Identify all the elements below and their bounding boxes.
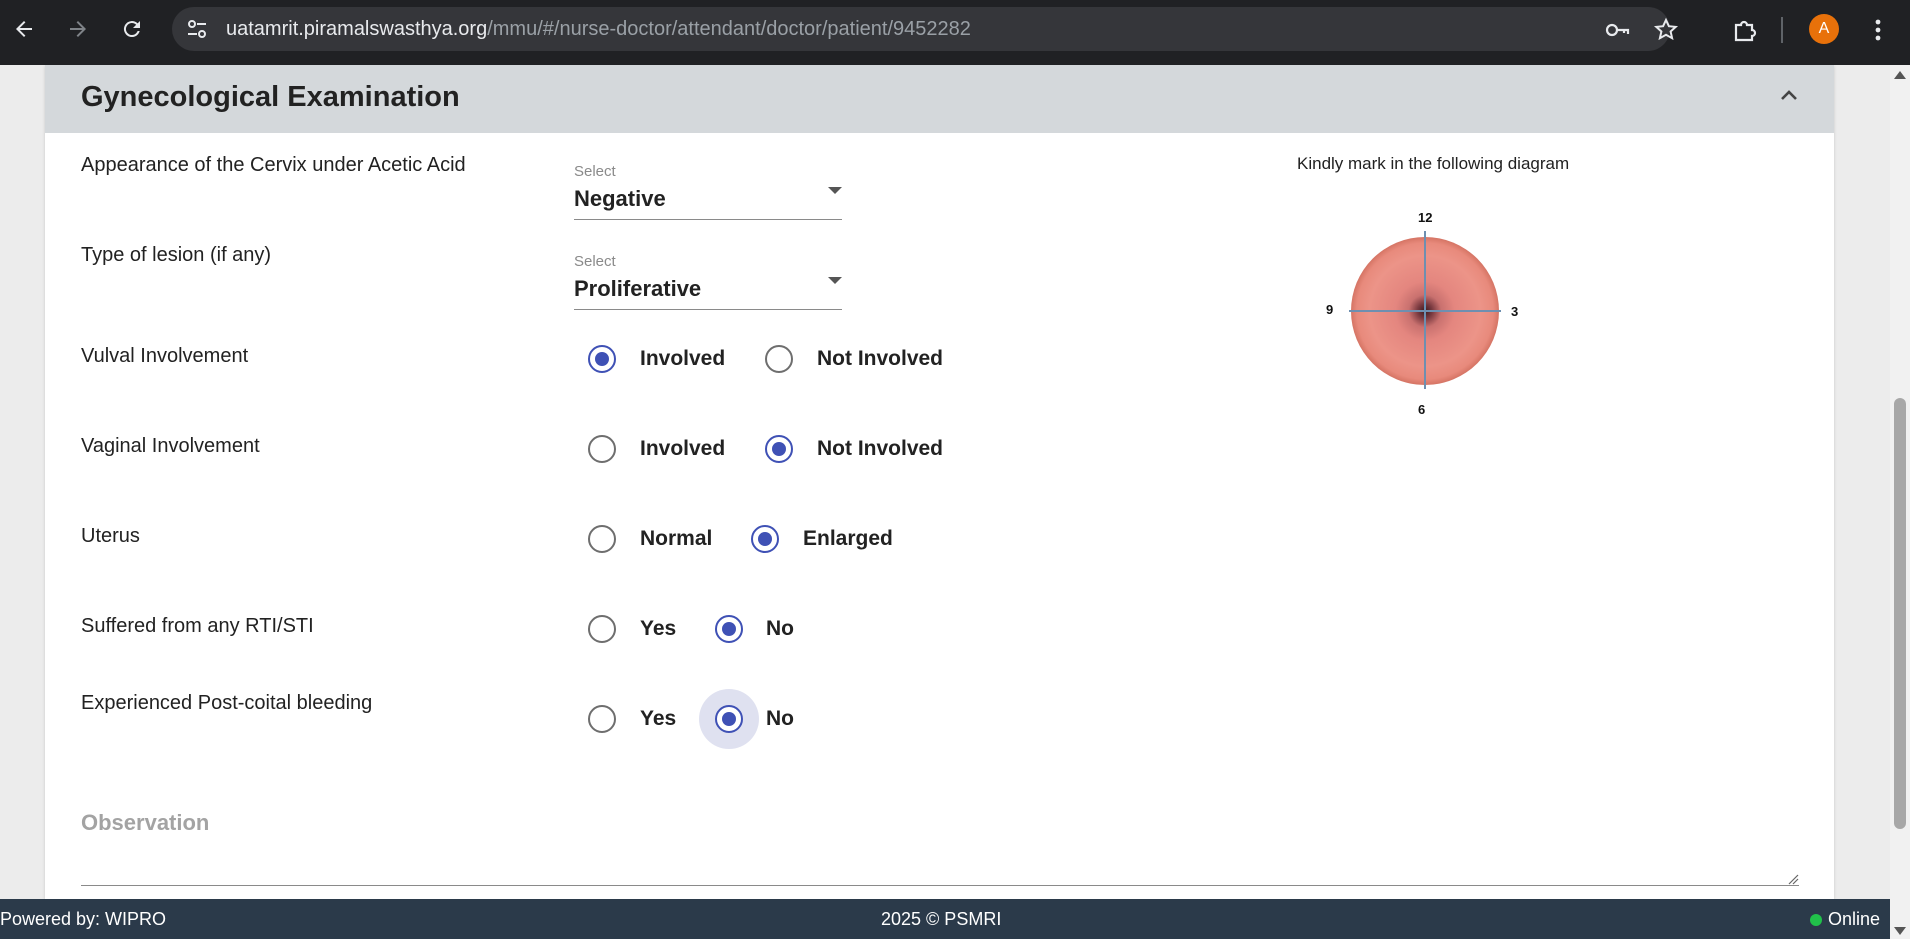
dropdown-arrow-icon [828, 187, 842, 194]
page-footer: Powered by: WIPRO 2025 © PSMRI Online [0, 899, 1890, 939]
select-caption: Select [574, 253, 616, 270]
clock-label-12: 12 [1418, 210, 1433, 225]
url-host: uatamrit.piramalswasthya.org [226, 18, 488, 40]
vaginal-involvement-label: Vaginal Involvement [81, 435, 260, 457]
footer-powered-by: Powered by: WIPRO [0, 909, 167, 929]
uterus-enlarged-label[interactable]: Enlarged [803, 527, 893, 551]
pcb-yes-label[interactable]: Yes [640, 707, 676, 731]
vaginal-not-involved-radio[interactable] [765, 435, 793, 463]
vaginal-involved-radio[interactable] [588, 435, 616, 463]
footer-copyright: 2025 © PSMRI [881, 909, 1002, 929]
scrollbar-thumb[interactable] [1894, 398, 1906, 829]
vulval-involved-radio[interactable] [588, 345, 616, 373]
uterus-label: Uterus [81, 525, 140, 547]
rti-no-label[interactable]: No [766, 617, 794, 641]
vaginal-not-involved-label[interactable]: Not Involved [817, 437, 943, 461]
dropdown-arrow-icon [828, 277, 842, 284]
select-value: Proliferative [574, 276, 702, 301]
rti-no-radio[interactable] [715, 615, 743, 643]
footer-status: Online [1809, 909, 1880, 930]
clock-label-6: 6 [1418, 402, 1426, 417]
diagram-caption: Kindly mark in the following diagram [1297, 154, 1570, 173]
url-text[interactable]: uatamrit.piramalswasthya.org/mmu/#/nurse… [226, 18, 971, 41]
uterus-enlarged-radio[interactable] [751, 525, 779, 553]
cervix-diagram[interactable]: 12 3 6 9 [1325, 205, 1525, 417]
toolbar-divider [1781, 17, 1783, 43]
pcb-yes-radio[interactable] [588, 705, 616, 733]
scroll-up-arrow-icon[interactable] [1894, 71, 1906, 79]
scroll-down-arrow-icon[interactable] [1894, 927, 1906, 935]
lesion-type-label: Type of lesion (if any) [81, 244, 272, 266]
rti-sti-label: Suffered from any RTI/STI [81, 615, 314, 637]
observation-label: Observation [81, 810, 210, 835]
uterus-normal-radio[interactable] [588, 525, 616, 553]
uterus-normal-label[interactable]: Normal [640, 527, 712, 551]
online-status-icon [1809, 913, 1822, 926]
section-title: Gynecological Examination [81, 81, 460, 113]
address-bar[interactable]: uatamrit.piramalswasthya.org/mmu/#/nurse… [172, 7, 1679, 51]
reload-icon[interactable] [117, 14, 147, 44]
vulval-not-involved-radio[interactable] [765, 345, 793, 373]
rti-yes-radio[interactable] [588, 615, 616, 643]
clock-label-3: 3 [1511, 304, 1519, 319]
forward-arrow-icon[interactable] [63, 14, 93, 44]
clock-label-9: 9 [1326, 302, 1334, 317]
browser-toolbar: uatamrit.piramalswasthya.org/mmu/#/nurse… [0, 0, 1910, 65]
section-header[interactable]: Gynecological Examination [45, 65, 1834, 133]
vaginal-involved-label[interactable]: Involved [640, 437, 725, 461]
pcb-no-label[interactable]: No [766, 707, 794, 731]
menu-kebab-icon[interactable] [1864, 16, 1892, 44]
bookmark-star-icon[interactable] [1653, 17, 1679, 43]
extensions-icon[interactable] [1731, 16, 1759, 44]
cervix-appearance-label: Appearance of the Cervix under Acetic Ac… [81, 154, 466, 176]
select-caption: Select [574, 163, 616, 180]
gynecological-examination-card: Gynecological Examination Appearance of … [45, 65, 1834, 899]
password-key-icon[interactable] [1604, 17, 1630, 43]
page-viewport: Gynecological Examination Appearance of … [0, 65, 1890, 899]
cervix-illustration[interactable] [1325, 205, 1525, 415]
pcb-no-radio[interactable] [715, 705, 743, 733]
site-info-icon[interactable] [186, 19, 208, 39]
cervix-appearance-select[interactable]: Select Negative [574, 163, 842, 220]
observation-textarea[interactable] [81, 885, 1799, 886]
post-coital-bleeding-label: Experienced Post-coital bleeding [81, 692, 373, 714]
vulval-involved-label[interactable]: Involved [640, 347, 725, 371]
profile-avatar[interactable]: A [1809, 14, 1839, 44]
vulval-involvement-label: Vulval Involvement [81, 345, 249, 367]
chevron-up-icon[interactable] [1776, 83, 1802, 109]
vulval-not-involved-label[interactable]: Not Involved [817, 347, 943, 371]
rti-yes-label[interactable]: Yes [640, 617, 676, 641]
online-status-text: Online [1827, 909, 1880, 929]
resize-grip-icon[interactable] [1787, 873, 1799, 885]
lesion-type-select[interactable]: Select Proliferative [574, 253, 842, 310]
select-value: Negative [574, 186, 666, 211]
back-arrow-icon[interactable] [9, 14, 39, 44]
url-path: /mmu/#/nurse-doctor/attendant/doctor/pat… [487, 18, 971, 40]
page-scrollbar[interactable] [1890, 65, 1910, 939]
